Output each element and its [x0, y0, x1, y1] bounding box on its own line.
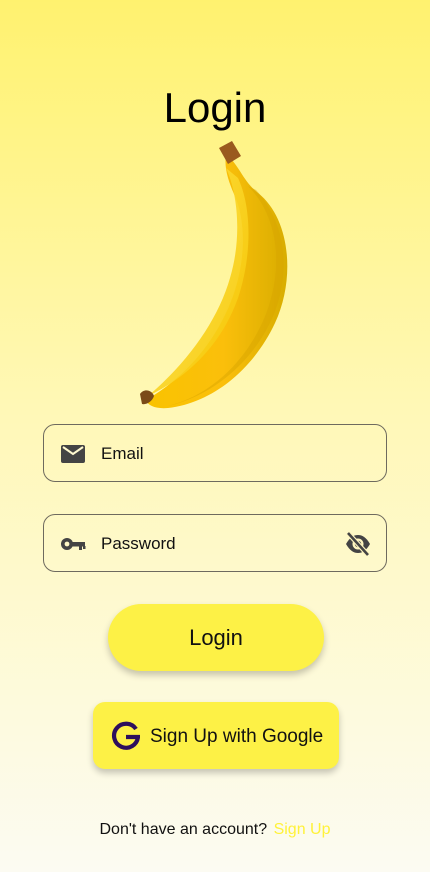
- signup-link[interactable]: Sign Up: [274, 821, 331, 838]
- page-title: Login: [163, 84, 267, 131]
- signup-prompt: Don't have an account? Sign Up: [0, 820, 430, 840]
- key-icon: [61, 538, 86, 550]
- signup-prompt-text: Don't have an account?: [99, 821, 268, 838]
- password-field[interactable]: Password: [43, 514, 387, 572]
- login-button-label: Login: [189, 624, 243, 650]
- google-button-label: Sign Up with Google: [150, 726, 324, 747]
- login-button[interactable]: Login: [108, 604, 324, 671]
- google-signup-button[interactable]: Sign Up with Google: [93, 702, 339, 769]
- eye-off-icon[interactable]: [344, 531, 372, 557]
- mail-icon: [61, 445, 85, 463]
- email-field[interactable]: Email: [43, 424, 387, 482]
- google-icon: [111, 721, 140, 750]
- email-placeholder: Email: [101, 444, 144, 463]
- password-placeholder: Password: [101, 534, 176, 553]
- banana-illustration: [140, 141, 288, 409]
